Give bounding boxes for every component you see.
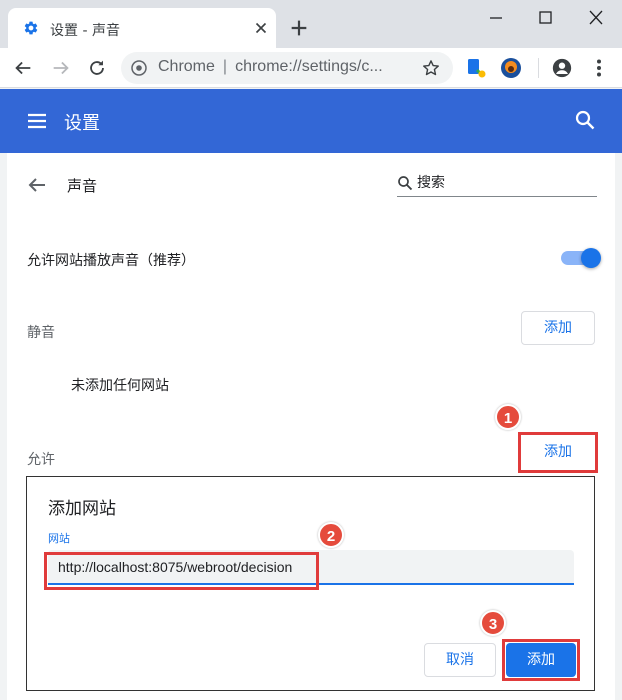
page-title: 声音 — [67, 177, 98, 195]
annotation-badge-2: 2 — [318, 522, 344, 548]
more-vert-icon[interactable] — [588, 57, 610, 79]
browser-toolbar: Chrome | chrome://settings/c... — [0, 48, 622, 88]
chrome-icon — [131, 60, 147, 76]
tab-strip: 设置 - 声音 — [0, 0, 622, 48]
allow-sound-toggle[interactable] — [561, 248, 601, 268]
new-tab-icon[interactable] — [288, 17, 310, 39]
address-bar[interactable]: Chrome | chrome://settings/c... — [121, 52, 453, 84]
site-field-label: 网站 — [48, 532, 70, 545]
search-input[interactable] — [417, 173, 592, 193]
menu-icon[interactable] — [26, 110, 48, 132]
minimize-icon[interactable] — [482, 6, 510, 30]
toggle-knob — [581, 248, 601, 268]
browser-tab[interactable]: 设置 - 声音 — [8, 8, 276, 48]
window-close-icon[interactable] — [582, 6, 610, 30]
maximize-icon[interactable] — [531, 6, 559, 30]
toolbar-divider — [538, 58, 539, 78]
url-value: chrome://settings/c... — [235, 58, 383, 75]
site-name: Chrome — [158, 58, 215, 75]
reload-icon[interactable] — [86, 57, 108, 79]
forward-icon[interactable] — [50, 57, 72, 79]
search-icon — [398, 176, 413, 191]
settings-title: 设置 — [64, 113, 100, 134]
account-icon[interactable] — [551, 57, 573, 79]
mute-empty-text: 未添加任何网站 — [71, 378, 169, 394]
add-site-dialog: 添加网站 网站 2 取消 添加 3 — [26, 476, 595, 691]
mute-add-button[interactable]: 添加 — [521, 311, 595, 345]
allow-label: 允许 — [27, 452, 55, 468]
settings-search[interactable] — [397, 171, 597, 197]
annotation-box-2 — [44, 552, 319, 590]
annotation-badge-1: 1 — [495, 404, 521, 430]
mute-label: 静音 — [27, 325, 55, 341]
extension-icon[interactable] — [465, 57, 487, 79]
close-icon[interactable] — [252, 19, 270, 37]
allow-sound-label: 允许网站播放声音（推荐） — [27, 253, 195, 269]
settings-content: 声音 允许网站播放声音（推荐） 静音 添加 未添加任何网站 允许 添加 1 添加… — [7, 153, 615, 700]
annotation-box-1 — [518, 432, 598, 473]
search-icon[interactable] — [574, 109, 596, 131]
annotation-box-3 — [502, 639, 580, 681]
dialog-title: 添加网站 — [48, 499, 116, 519]
tab-title: 设置 - 声音 — [50, 23, 120, 39]
gear-icon — [24, 21, 38, 35]
back-icon[interactable] — [12, 57, 34, 79]
back-arrow-icon[interactable] — [26, 174, 48, 196]
bookmark-star-icon[interactable] — [421, 58, 441, 78]
settings-header: 设置 — [0, 89, 622, 153]
url-separator: | — [222, 58, 228, 75]
profile-avatar-icon[interactable] — [500, 57, 522, 79]
url-text: Chrome | chrome://settings/c... — [158, 58, 383, 76]
cancel-button[interactable]: 取消 — [424, 643, 496, 677]
annotation-badge-3: 3 — [480, 610, 506, 636]
